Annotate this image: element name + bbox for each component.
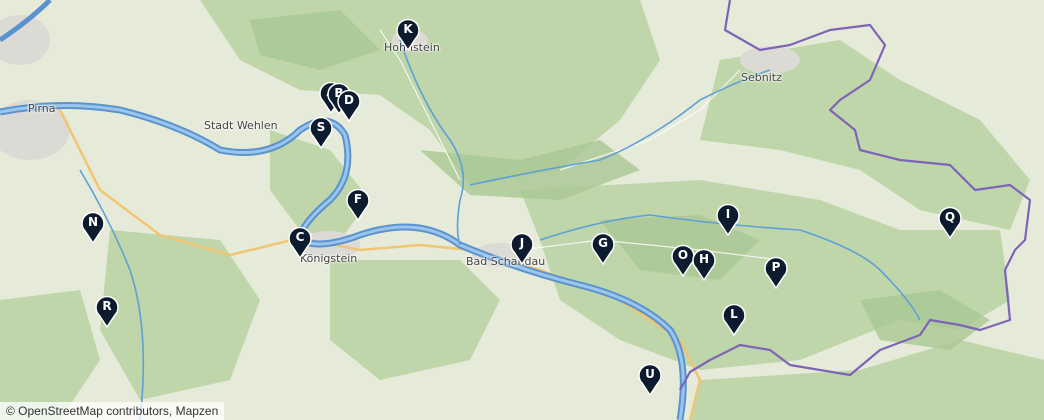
map-marker-l[interactable]: L (721, 302, 747, 336)
map-view[interactable]: Pirna Stadt Wehlen Hohnstein Sebnitz Kön… (0, 0, 1044, 420)
map-marker-label: F (353, 192, 363, 206)
map-marker-label: R (102, 299, 112, 313)
map-marker-n[interactable]: N (80, 210, 106, 244)
map-marker-label: U (645, 367, 655, 381)
map-marker-f[interactable]: F (345, 187, 371, 221)
map-marker-j[interactable]: J (509, 231, 535, 265)
map-marker-label: D (344, 93, 354, 107)
map-marker-label: N (87, 215, 99, 229)
map-marker-c[interactable]: C (287, 225, 313, 259)
map-marker-g[interactable]: G (590, 231, 616, 265)
map-marker-h[interactable]: H (691, 247, 717, 281)
place-label-pirna: Pirna (28, 102, 56, 115)
map-marker-label: J (519, 236, 525, 250)
map-marker-d[interactable]: D (336, 88, 362, 122)
map-marker-label: H (698, 252, 710, 266)
map-marker-label: L (730, 307, 738, 321)
map-marker-label: K (403, 22, 413, 36)
map-marker-k[interactable]: K (395, 17, 421, 51)
map-marker-p[interactable]: P (763, 255, 789, 289)
place-label-sebnitz: Sebnitz (741, 71, 782, 84)
map-marker-label: S (316, 120, 326, 134)
map-marker-label: G (598, 236, 608, 250)
place-label-stadt-wehlen: Stadt Wehlen (204, 119, 278, 132)
map-base-layer (0, 0, 1044, 420)
map-marker-q[interactable]: Q (937, 205, 963, 239)
map-marker-label: P (771, 260, 781, 274)
map-attribution[interactable]: © OpenStreetMap contributors, Mapzen (0, 402, 225, 420)
map-marker-label: I (725, 207, 731, 221)
map-marker-s[interactable]: S (308, 115, 334, 149)
map-marker-label: Q (944, 210, 956, 224)
map-marker-r[interactable]: R (94, 294, 120, 328)
map-marker-u[interactable]: U (637, 362, 663, 396)
map-marker-label: C (295, 230, 305, 244)
map-marker-i[interactable]: I (715, 202, 741, 236)
